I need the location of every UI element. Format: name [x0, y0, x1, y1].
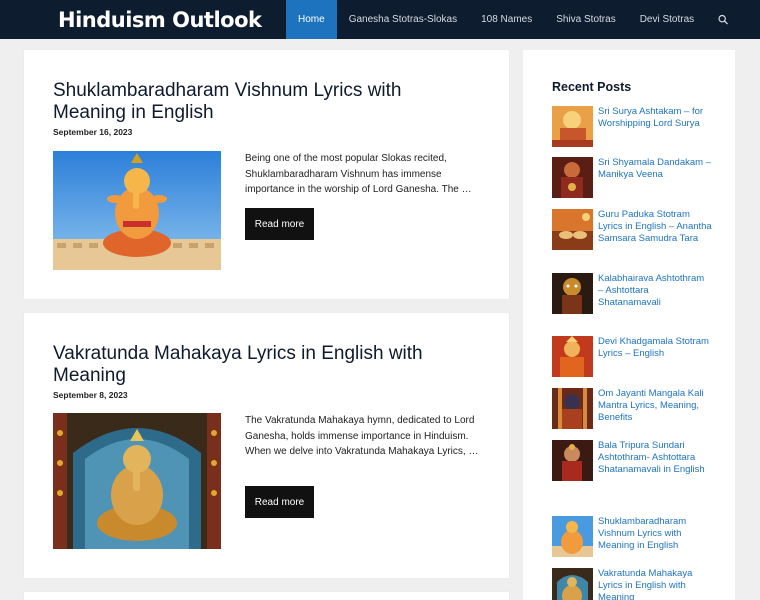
recent-post-link[interactable]: Om Jayanti Mangala Kali Mantra Lyrics, M… [598, 388, 712, 429]
recent-post-thumbnail[interactable] [552, 516, 593, 557]
recent-post-thumbnail[interactable] [552, 273, 593, 314]
article-card: Vakratunda Mahakaya Lyrics in English wi… [24, 313, 509, 578]
recent-post-item: Kalabhairava Ashtothram – Ashtottara Sha… [552, 273, 712, 314]
sidebar: Recent Posts Sri Surya Ashtakam – for Wo… [523, 50, 735, 600]
post-date: September 8, 2023 [53, 390, 128, 400]
post-title[interactable]: Shuklambaradharam Vishnum Lyrics with Me… [53, 80, 473, 124]
recent-post-link[interactable]: Sri Surya Ashtakam – for Worshipping Lor… [598, 106, 712, 147]
recent-post-thumbnail[interactable] [552, 388, 593, 429]
recent-post-item: Vakratunda Mahakaya Lyrics in English wi… [552, 568, 712, 600]
recent-post-link[interactable]: Sri Shyamala Dandakam – Manikya Veena [598, 157, 712, 198]
post-date: September 16, 2023 [53, 127, 133, 137]
site-header: Hinduism Outlook Home Ganesha Stotras-Sl… [0, 0, 760, 39]
post-title[interactable]: Vakratunda Mahakaya Lyrics in English wi… [53, 343, 473, 387]
search-icon [718, 14, 728, 25]
post-thumbnail[interactable] [53, 151, 221, 270]
recent-post-thumbnail[interactable] [552, 440, 593, 481]
recent-post-item: Shuklambaradharam Vishnum Lyrics with Me… [552, 516, 712, 557]
recent-post-link[interactable]: Guru Paduka Stotram Lyrics in English – … [598, 209, 712, 250]
read-more-button[interactable]: Read more [245, 208, 314, 240]
recent-post-item: Om Jayanti Mangala Kali Mantra Lyrics, M… [552, 388, 712, 429]
site-logo[interactable]: Hinduism Outlook [58, 6, 262, 33]
nav-shiva-stotras[interactable]: Shiva Stotras [544, 0, 627, 39]
recent-post-link[interactable]: Kalabhairava Ashtothram – Ashtottara Sha… [598, 273, 712, 314]
recent-post-thumbnail[interactable] [552, 106, 593, 147]
post-thumbnail[interactable] [53, 413, 221, 549]
recent-post-thumbnail[interactable] [552, 568, 593, 600]
recent-post-item: Guru Paduka Stotram Lyrics in English – … [552, 209, 712, 250]
recent-post-link[interactable]: Vakratunda Mahakaya Lyrics in English wi… [598, 568, 712, 600]
recent-posts-title: Recent Posts [552, 80, 632, 94]
article-card [24, 592, 509, 600]
post-excerpt: The Vakratunda Mahakaya hymn, dedicated … [245, 415, 479, 457]
nav-home[interactable]: Home [286, 0, 337, 39]
recent-post-item: Devi Khadgamala Stotram Lyrics – English [552, 336, 712, 377]
recent-post-link[interactable]: Devi Khadgamala Stotram Lyrics – English [598, 336, 712, 377]
recent-post-item: Sri Shyamala Dandakam – Manikya Veena [552, 157, 712, 198]
read-more-button[interactable]: Read more [245, 486, 314, 518]
recent-post-item: Bala Tripura Sundari Ashtothram- Ashtott… [552, 440, 712, 481]
recent-post-thumbnail[interactable] [552, 209, 593, 250]
post-excerpt: Being one of the most popular Slokas rec… [245, 153, 472, 195]
recent-post-item: Sri Surya Ashtakam – for Worshipping Lor… [552, 106, 712, 147]
nav-devi-stotras[interactable]: Devi Stotras [628, 0, 706, 39]
nav-108-names[interactable]: 108 Names [469, 0, 544, 39]
search-button[interactable] [706, 0, 740, 39]
recent-post-thumbnail[interactable] [552, 157, 593, 198]
nav-ganesha-stotras[interactable]: Ganesha Stotras-Slokas [337, 0, 469, 39]
article-card: Shuklambaradharam Vishnum Lyrics with Me… [24, 50, 509, 299]
main-nav: Home Ganesha Stotras-Slokas 108 Names Sh… [286, 0, 740, 39]
recent-post-link[interactable]: Bala Tripura Sundari Ashtothram- Ashtott… [598, 440, 712, 481]
recent-post-thumbnail[interactable] [552, 336, 593, 377]
recent-post-link[interactable]: Shuklambaradharam Vishnum Lyrics with Me… [598, 516, 712, 557]
